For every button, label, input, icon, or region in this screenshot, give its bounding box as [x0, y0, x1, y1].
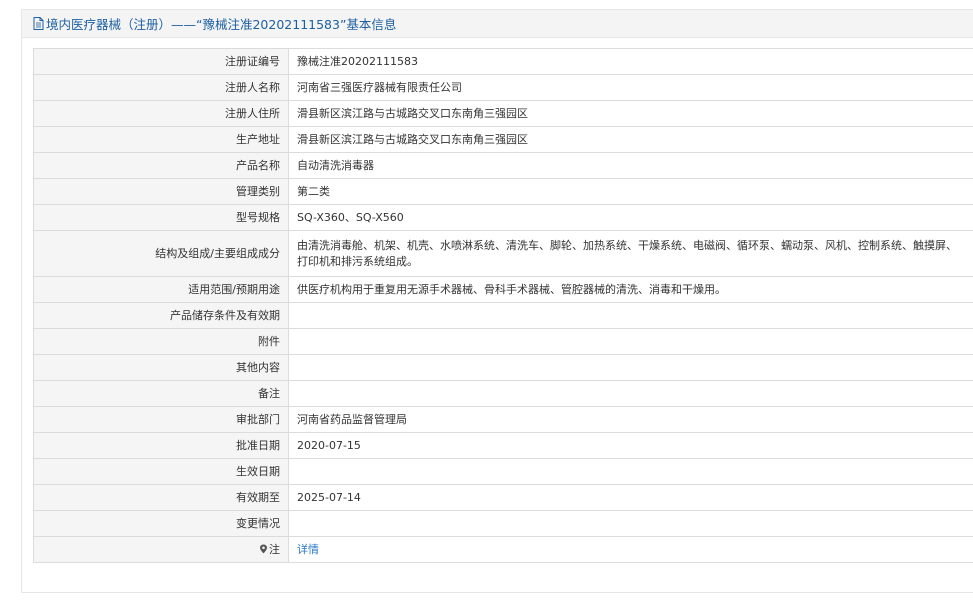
row-value: 2020-07-15	[288, 432, 973, 459]
row-value: 2025-07-14	[288, 484, 973, 511]
row-label: 管理类别	[33, 178, 289, 205]
row-label: 产品名称	[33, 152, 289, 179]
row-value	[288, 380, 973, 407]
row-value: 自动清洗消毒器	[288, 152, 973, 179]
row-value: 滑县新区滨江路与古城路交叉口东南角三强园区	[288, 126, 973, 153]
row-label: 注册人住所	[33, 100, 289, 127]
row-label: 产品储存条件及有效期	[33, 302, 289, 329]
panel-header: 境内医疗器械（注册）——“豫械注准20202111583”基本信息	[22, 10, 973, 38]
table-row: 型号规格 SQ-X360、SQ-X560	[33, 204, 973, 231]
table-row: 注册人住所 滑县新区滨江路与古城路交叉口东南角三强园区	[33, 100, 973, 127]
table-row: 生效日期	[33, 458, 973, 485]
table-row: 生产地址 滑县新区滨江路与古城路交叉口东南角三强园区	[33, 126, 973, 153]
info-table: 注册证编号 豫械注准20202111583 注册人名称 河南省三强医疗器械有限责…	[33, 48, 973, 563]
row-value: 滑县新区滨江路与古城路交叉口东南角三强园区	[288, 100, 973, 127]
row-value	[288, 328, 973, 355]
row-value: 第二类	[288, 178, 973, 205]
row-value	[288, 510, 973, 537]
document-icon	[33, 17, 44, 30]
note-label-cell: 注	[33, 536, 289, 563]
table-row: 注册人名称 河南省三强医疗器械有限责任公司	[33, 74, 973, 101]
page-title: 境内医疗器械（注册）——“豫械注准20202111583”基本信息	[46, 17, 397, 32]
row-label: 注册人名称	[33, 74, 289, 101]
row-value: SQ-X360、SQ-X560	[288, 204, 973, 231]
row-label: 生产地址	[33, 126, 289, 153]
note-row: 注 详情	[33, 536, 973, 563]
row-label: 型号规格	[33, 204, 289, 231]
table-row: 其他内容	[33, 354, 973, 381]
row-label: 结构及组成/主要组成成分	[33, 230, 289, 277]
table-row: 结构及组成/主要组成成分 由清洗消毒舱、机架、机壳、水喷淋系统、清洗车、脚轮、加…	[33, 230, 973, 277]
row-value	[288, 354, 973, 381]
row-label: 附件	[33, 328, 289, 355]
row-value: 由清洗消毒舱、机架、机壳、水喷淋系统、清洗车、脚轮、加热系统、干燥系统、电磁阀、…	[288, 230, 973, 277]
row-value	[288, 458, 973, 485]
row-value: 河南省药品监督管理局	[288, 406, 973, 433]
row-label: 审批部门	[33, 406, 289, 433]
row-label: 有效期至	[33, 484, 289, 511]
row-value: 豫械注准20202111583	[288, 48, 973, 75]
pin-icon	[260, 544, 267, 553]
table-row: 管理类别 第二类	[33, 178, 973, 205]
table-row: 适用范围/预期用途 供医疗机构用于重复用无源手术器械、骨科手术器械、管腔器械的清…	[33, 276, 973, 303]
table-row: 批准日期 2020-07-15	[33, 432, 973, 459]
row-value	[288, 302, 973, 329]
row-label: 变更情况	[33, 510, 289, 537]
details-link[interactable]: 详情	[297, 543, 319, 556]
table-row: 变更情况	[33, 510, 973, 537]
row-label: 备注	[33, 380, 289, 407]
table-row: 附件	[33, 328, 973, 355]
table-row: 审批部门 河南省药品监督管理局	[33, 406, 973, 433]
row-label: 批准日期	[33, 432, 289, 459]
row-value: 河南省三强医疗器械有限责任公司	[288, 74, 973, 101]
row-label: 适用范围/预期用途	[33, 276, 289, 303]
note-label: 注	[269, 542, 280, 556]
row-label: 生效日期	[33, 458, 289, 485]
basic-info-panel: 境内医疗器械（注册）——“豫械注准20202111583”基本信息 注册证编号 …	[21, 9, 973, 593]
note-value-cell: 详情	[288, 536, 973, 563]
row-label: 其他内容	[33, 354, 289, 381]
table-row: 产品名称 自动清洗消毒器	[33, 152, 973, 179]
table-row: 有效期至 2025-07-14	[33, 484, 973, 511]
table-row: 备注	[33, 380, 973, 407]
table-row: 产品储存条件及有效期	[33, 302, 973, 329]
row-value: 供医疗机构用于重复用无源手术器械、骨科手术器械、管腔器械的清洗、消毒和干燥用。	[288, 276, 973, 303]
table-row: 注册证编号 豫械注准20202111583	[33, 48, 973, 75]
row-label: 注册证编号	[33, 48, 289, 75]
